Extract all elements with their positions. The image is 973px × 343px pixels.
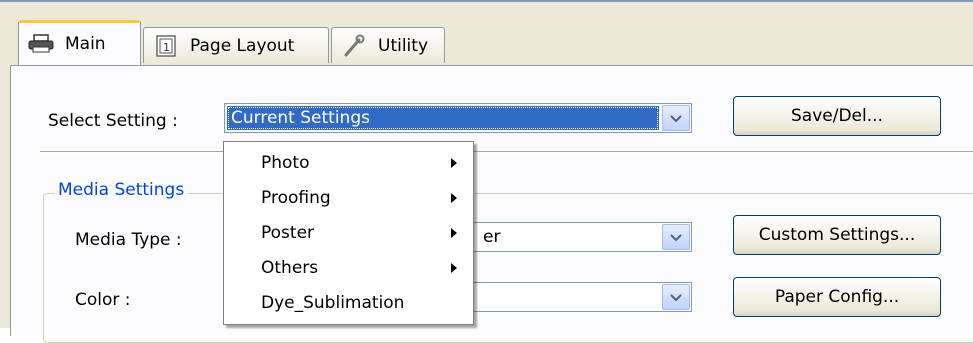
submenu-arrow-icon [451,192,457,203]
color-label: Color : [75,290,131,310]
printer-icon [27,32,55,56]
select-setting-popup-menu: Photo Proofing Poster Others Dye_Sublima… [223,141,474,325]
submenu-arrow-icon [451,157,457,168]
media-type-dropdown-button[interactable] [662,224,690,250]
submenu-arrow-icon [451,262,457,273]
tab-main-label: Main [65,34,106,54]
chevron-down-icon [670,227,682,247]
submenu-arrow-icon [451,227,457,238]
menu-item-label: Proofing [261,187,331,208]
page-layout-icon: 1 [152,34,180,58]
menu-item-proofing[interactable]: Proofing [224,180,473,215]
tab-page-layout[interactable]: 1 Page Layout [143,27,329,63]
menu-item-label: Photo [261,152,310,173]
menu-item-others[interactable]: Others [224,250,473,285]
select-setting-value: Current Settings [227,106,659,130]
tab-main[interactable]: Main [18,20,141,65]
chevron-down-icon [670,108,682,128]
menu-item-label: Poster [261,222,315,243]
menu-item-label: Dye_Sublimation [261,292,405,313]
tab-page-layout-label: Page Layout [190,35,295,56]
color-dropdown-button[interactable] [662,284,690,310]
paper-config-button[interactable]: Paper Config... [733,277,941,317]
select-setting-label: Select Setting : [48,111,178,131]
select-setting-dropdown-button[interactable] [662,105,690,131]
chevron-down-icon [670,287,682,307]
media-type-value-text: er [483,227,501,247]
separator-line [40,151,973,153]
custom-settings-button[interactable]: Custom Settings... [733,215,941,255]
menu-item-label: Others [261,257,319,278]
svg-text:1: 1 [163,41,170,54]
save-del-button[interactable]: Save/Del... [733,96,941,136]
menu-item-poster[interactable]: Poster [224,215,473,250]
wrench-icon [340,34,368,58]
select-setting-combo[interactable]: Current Settings [224,103,692,133]
tab-utility-label: Utility [378,35,429,56]
tab-utility[interactable]: Utility [331,27,445,63]
menu-item-photo[interactable]: Photo [224,145,473,180]
menu-item-dye-sublimation[interactable]: Dye_Sublimation [224,285,473,320]
media-settings-title: Media Settings [55,180,188,200]
media-type-label: Media Type : [75,230,182,250]
